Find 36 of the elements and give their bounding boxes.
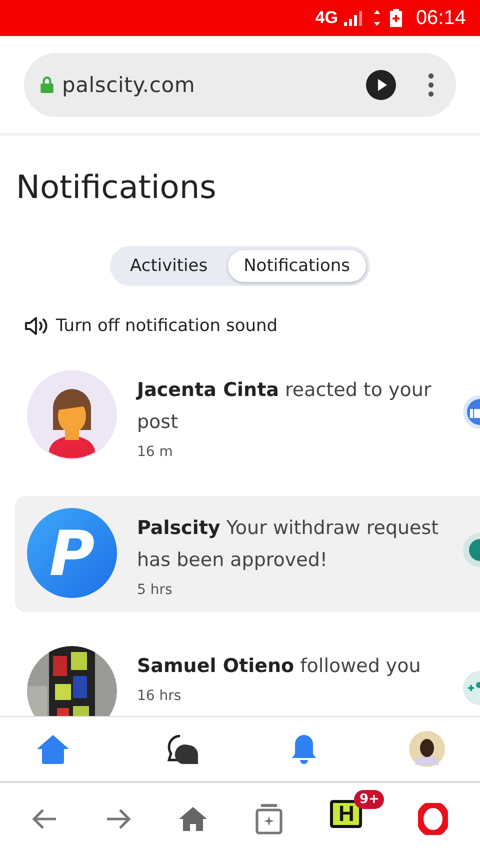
more-icon[interactable] (428, 72, 434, 96)
notification-card[interactable]: P Palscity Your withdraw request has been approved! 5 hrs (15, 496, 480, 612)
notification-text: Palscity Your withdraw request has been approved! (137, 516, 440, 573)
logo-avatar: P (27, 508, 117, 598)
tabs-icon[interactable] (254, 802, 283, 834)
timestamp: 16 m (137, 444, 174, 460)
notification-item[interactable]: Samuel Otieno followed you 16 hrs (15, 634, 480, 716)
play-icon[interactable] (366, 70, 396, 100)
timestamp: 5 hrs (137, 582, 174, 598)
home-icon[interactable] (36, 734, 70, 764)
clock: 06:14 (416, 6, 466, 30)
timestamp: 16 hrs (137, 688, 182, 704)
url-text: palscity.com (62, 72, 196, 96)
data-arrows-icon (374, 10, 380, 26)
bell-icon[interactable] (290, 733, 318, 765)
opera-logo-icon[interactable] (418, 802, 448, 834)
network-type: 4G (315, 8, 338, 28)
chat-icon[interactable] (166, 734, 200, 764)
back-icon[interactable] (32, 808, 58, 830)
battery-icon (390, 9, 402, 27)
notification-text: Jacenta Cinta reacted to your post (137, 378, 432, 435)
speaker-icon[interactable] (24, 316, 50, 336)
avatar-icon (27, 370, 117, 460)
notification-item[interactable]: Jacenta Cinta reacted to your post 16 m (15, 358, 480, 474)
notification-text: Samuel Otieno followed you (137, 654, 422, 679)
signal-icon (344, 10, 364, 26)
address-bar[interactable]: palscity.com (24, 52, 456, 116)
profile-avatar[interactable] (409, 731, 445, 767)
forward-icon[interactable] (105, 808, 132, 830)
page-title: Notifications (16, 168, 218, 206)
notification-count: 9+ (354, 790, 384, 808)
lock-icon (40, 76, 54, 93)
sound-toggle-link[interactable]: Turn off notification sound (56, 316, 278, 336)
tab[interactable]: Notifications (228, 250, 366, 282)
tab[interactable]: Activities (114, 250, 224, 282)
home-icon[interactable] (179, 806, 208, 832)
